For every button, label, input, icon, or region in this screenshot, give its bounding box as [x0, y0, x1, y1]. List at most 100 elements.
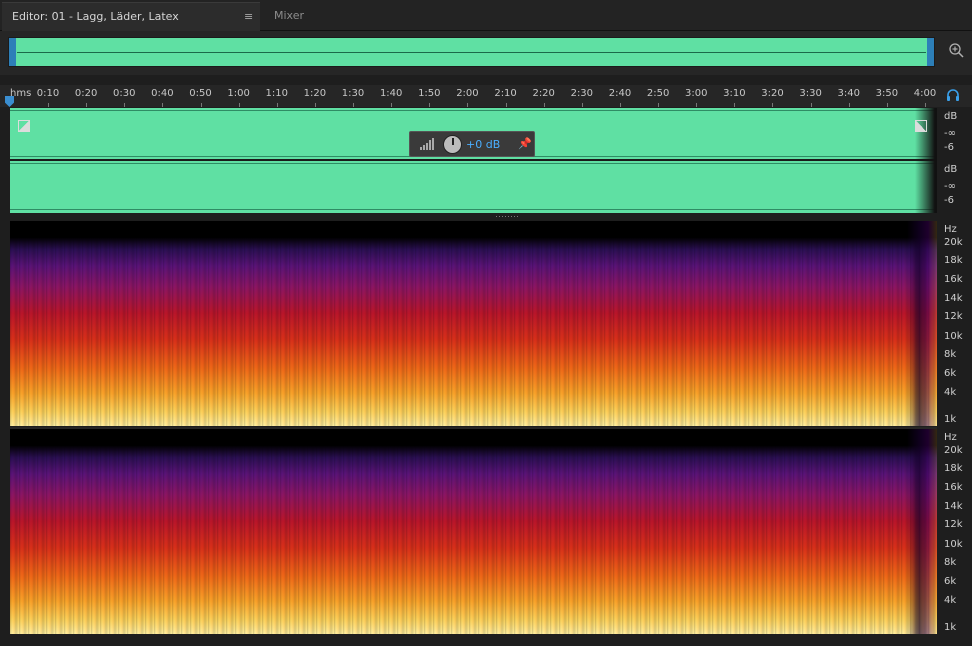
tab-editor[interactable]: Editor: 01 - Lagg, Läder, Latex Schlampä… — [2, 2, 260, 51]
ruler-tick-mark — [848, 103, 850, 107]
db-scale-channel-2: dB -∞ -6 — [938, 161, 972, 213]
waveform-view[interactable] — [10, 108, 937, 213]
spectrogram-fade-end — [907, 221, 937, 426]
ruler-tick-mark — [124, 103, 126, 107]
hz-label: 4k — [944, 595, 957, 606]
overview-waveform[interactable] — [8, 37, 935, 67]
overview-right-handle[interactable] — [927, 38, 934, 66]
volume-hud[interactable]: +0 dB 📌 — [409, 131, 535, 157]
hz-label: 18k — [944, 463, 963, 474]
spectrogram-texture — [10, 429, 937, 634]
hz-label: 6k — [944, 368, 957, 379]
ruler-tick-mark — [581, 103, 583, 107]
ruler-tick-mark — [276, 103, 278, 107]
tab-mixer-label: Mixer — [274, 9, 305, 22]
channel-divider — [10, 159, 937, 161]
hz-label: 10k — [944, 331, 963, 342]
hz-label: 14k — [944, 293, 963, 304]
db-label: -∞ — [944, 181, 956, 192]
hz-label: 20k — [944, 445, 963, 456]
hz-scale-channel-2: Hz 20k 18k 16k 14k 12k 10k 8k 6k 4k 1k — [938, 429, 972, 634]
ruler-tick-mark — [353, 103, 355, 107]
hz-label: 6k — [944, 576, 957, 587]
ruler-tick-label: 1:00 — [227, 88, 250, 99]
level-bars-icon — [420, 138, 434, 150]
volume-value[interactable]: +0 dB — [466, 138, 500, 151]
ruler-tick-label: 2:30 — [570, 88, 594, 99]
ruler-tick-mark — [200, 103, 202, 107]
time-ruler[interactable]: hms 0:10 0:20 0:30 0:40 0:50 1:00 1:10 1:20 1:30… — [0, 85, 972, 107]
ruler-tick-label: 1:30 — [341, 88, 365, 99]
tab-menu-icon[interactable]: ≡ — [244, 3, 253, 31]
ruler-tick-mark — [886, 103, 888, 107]
zoom-in-icon[interactable] — [946, 41, 966, 61]
ruler-tick-label: 3:20 — [761, 88, 784, 99]
hz-label: Hz — [944, 224, 957, 235]
ruler-tick-label: 0:10 — [36, 88, 60, 99]
ruler-tick-mark — [238, 103, 240, 107]
hz-label: 8k — [944, 557, 957, 568]
overview-left-handle[interactable] — [9, 38, 16, 66]
db-label: -6 — [944, 195, 954, 206]
ruler-tick-mark — [810, 103, 812, 107]
ruler-tick-label: 3:10 — [723, 88, 746, 99]
ruler-tick-mark — [505, 103, 507, 107]
overview-center-line — [17, 52, 926, 53]
ruler-tick-label: 3:40 — [837, 88, 860, 99]
db-label: -∞ — [944, 128, 956, 139]
pin-icon[interactable]: 📌 — [518, 137, 532, 150]
ruler-tick-label: 1:10 — [265, 88, 289, 99]
ruler-tick-label: 0:50 — [189, 88, 212, 99]
ruler-tick-mark — [467, 103, 469, 107]
ruler-tick-label: 2:00 — [456, 88, 479, 99]
hz-label: 1k — [944, 414, 957, 425]
hz-label: 4k — [944, 387, 957, 398]
hz-label: 20k — [944, 237, 963, 248]
ruler-tick-label: 3:00 — [684, 88, 708, 99]
hz-label: 16k — [944, 482, 963, 493]
hz-label: 14k — [944, 501, 963, 512]
tab-bar: Editor: 01 - Lagg, Läder, Latex Schlampä… — [0, 0, 972, 51]
fade-out-handle[interactable] — [915, 120, 927, 132]
waveform-top-edge — [10, 110, 937, 111]
playhead-marker[interactable] — [5, 96, 14, 107]
spectrogram-channel-2[interactable] — [10, 429, 937, 634]
ruler-tick-mark — [48, 103, 49, 107]
ruler-tick-mark — [543, 103, 545, 107]
hz-label: 12k — [944, 311, 963, 322]
db-label: -6 — [944, 142, 954, 153]
ruler-tick-label: 1:20 — [303, 88, 327, 99]
ruler-tick-mark — [734, 103, 736, 107]
tab-mixer[interactable]: Mixer — [274, 2, 304, 31]
overview-panel — [0, 31, 972, 75]
headphones-icon[interactable] — [946, 88, 960, 102]
hz-label: 1k — [944, 622, 957, 633]
waveform-ch2-top-edge — [10, 163, 937, 164]
ruler-tick-label: 3:30 — [799, 88, 822, 99]
panel-resize-handle[interactable] — [496, 214, 520, 218]
hz-label: 8k — [944, 349, 957, 360]
fade-in-handle[interactable] — [18, 120, 30, 132]
ruler-tick-label: 0:30 — [113, 88, 136, 99]
hz-scale-channel-1: Hz 20k 18k 16k 14k 12k 10k 8k 6k 4k 1k — [938, 221, 972, 426]
ruler-tick-label: 2:10 — [494, 88, 517, 99]
db-label: dB — [944, 111, 958, 122]
volume-knob[interactable] — [443, 135, 462, 154]
ruler-tick-mark — [658, 103, 660, 107]
hz-label: 16k — [944, 274, 963, 285]
ruler-tick-label: 2:50 — [646, 88, 670, 99]
spectrogram-texture — [10, 221, 937, 426]
ruler-tick-label: 1:50 — [418, 88, 441, 99]
ruler-tick-label: 1:40 — [379, 88, 403, 99]
db-label: dB — [944, 164, 958, 175]
hz-label: 12k — [944, 519, 963, 530]
ruler-tick-mark — [772, 103, 774, 107]
ruler-tick-mark — [314, 103, 316, 107]
ruler-tick-mark — [925, 103, 926, 107]
spectrogram-fade-end — [907, 429, 937, 634]
hz-label: 10k — [944, 539, 963, 550]
ruler-tick-mark — [619, 103, 621, 107]
ruler-tick-mark — [162, 103, 164, 107]
ruler-tick-mark — [429, 103, 431, 107]
spectrogram-channel-1[interactable] — [10, 221, 937, 426]
